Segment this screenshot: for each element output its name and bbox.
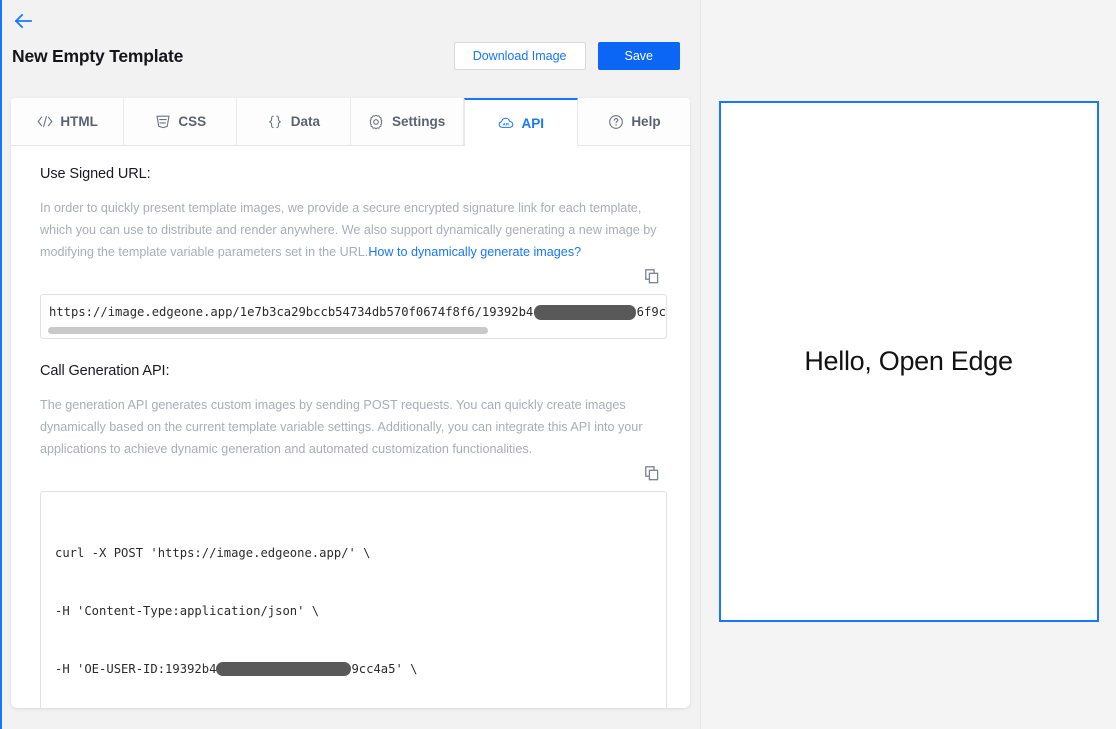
signed-url-scrollbar[interactable]: [48, 327, 659, 334]
code-brackets-icon: [36, 113, 53, 130]
signed-url-field[interactable]: https://image.edgeone.app/1e7b3ca29bccb5…: [40, 294, 667, 339]
tab-label: Help: [631, 114, 661, 129]
cloud-api-icon: API: [498, 115, 515, 132]
header-actions: Download Image Save: [453, 42, 680, 70]
svg-text:API: API: [502, 121, 509, 126]
curly-braces-icon: [267, 113, 284, 130]
tab-data[interactable]: Data: [237, 98, 351, 145]
copy-curl-row: [40, 466, 667, 486]
signed-url-suffix: 6f9c: [636, 305, 666, 319]
page-title: New Empty Template: [12, 45, 184, 66]
save-button[interactable]: Save: [597, 42, 680, 70]
generation-api-description: The generation API generates custom imag…: [40, 398, 643, 456]
copy-url-row: [40, 269, 667, 289]
editor-card: HTML CSS Data Settings API API Help Use …: [11, 98, 690, 708]
redacted-block: [534, 305, 636, 320]
preview-text: Hello, Open Edge: [804, 345, 1013, 376]
tab-label: API: [521, 115, 545, 131]
arrow-left-icon: [14, 13, 32, 29]
tab-label: Settings: [391, 114, 446, 129]
curl-code-block[interactable]: curl -X POST 'https://image.edgeone.app/…: [40, 491, 667, 708]
tab-css[interactable]: CSS: [124, 98, 238, 145]
dynamic-images-link[interactable]: How to dynamically generate images?: [368, 245, 581, 259]
tab-api[interactable]: API API: [463, 98, 578, 146]
signed-url-title: Use Signed URL:: [40, 166, 151, 182]
api-tab-content: Use Signed URL: In order to quickly pres…: [11, 146, 690, 708]
signed-url-text: https://image.edgeone.app/1e7b3ca29bccb5…: [49, 304, 666, 321]
copy-icon[interactable]: [645, 466, 659, 486]
redacted-block: [216, 661, 352, 676]
signed-url-description: In order to quickly present template ima…: [40, 197, 667, 263]
signed-url-prefix: https://image.edgeone.app/1e7b3ca29bccb5…: [49, 305, 534, 319]
app-root: New Empty Template Download Image Save H…: [0, 0, 1116, 729]
template-preview-frame[interactable]: Hello, Open Edge: [718, 100, 1099, 622]
back-button[interactable]: [12, 10, 34, 32]
preview-pane: Hello, Open Edge: [700, 0, 1116, 729]
question-circle-icon: [607, 113, 624, 130]
code-line: -H 'Content-Type:application/json' \: [55, 604, 320, 619]
download-image-button[interactable]: Download Image: [453, 42, 586, 70]
gear-icon: [368, 113, 385, 130]
left-accent-rail: [0, 0, 2, 729]
tab-label: CSS: [178, 114, 207, 129]
page-header: New Empty Template Download Image Save: [0, 0, 700, 76]
code-line-suffix: 9cc4a5' \: [351, 662, 418, 677]
copy-icon[interactable]: [645, 269, 659, 289]
tab-help[interactable]: Help: [577, 98, 690, 145]
editor-pane: New Empty Template Download Image Save H…: [0, 0, 700, 729]
css-shield-icon: [154, 113, 171, 130]
code-line: curl -X POST 'https://image.edgeone.app/…: [55, 545, 371, 560]
tab-html[interactable]: HTML: [11, 98, 125, 145]
tab-settings[interactable]: Settings: [350, 98, 464, 145]
code-line-redacted: -H 'OE-USER-ID:19392b4 9cc4a5' \: [55, 660, 652, 679]
scrollbar-thumb[interactable]: [48, 327, 488, 334]
tab-bar: HTML CSS Data Settings API API Help: [11, 98, 690, 146]
code-line-prefix: -H 'OE-USER-ID:19392b4: [55, 662, 217, 677]
tab-label: HTML: [60, 114, 98, 129]
generation-api-title: Call Generation API:: [40, 363, 170, 379]
title-row: New Empty Template Download Image Save: [12, 36, 688, 76]
tab-label: Data: [290, 114, 321, 129]
